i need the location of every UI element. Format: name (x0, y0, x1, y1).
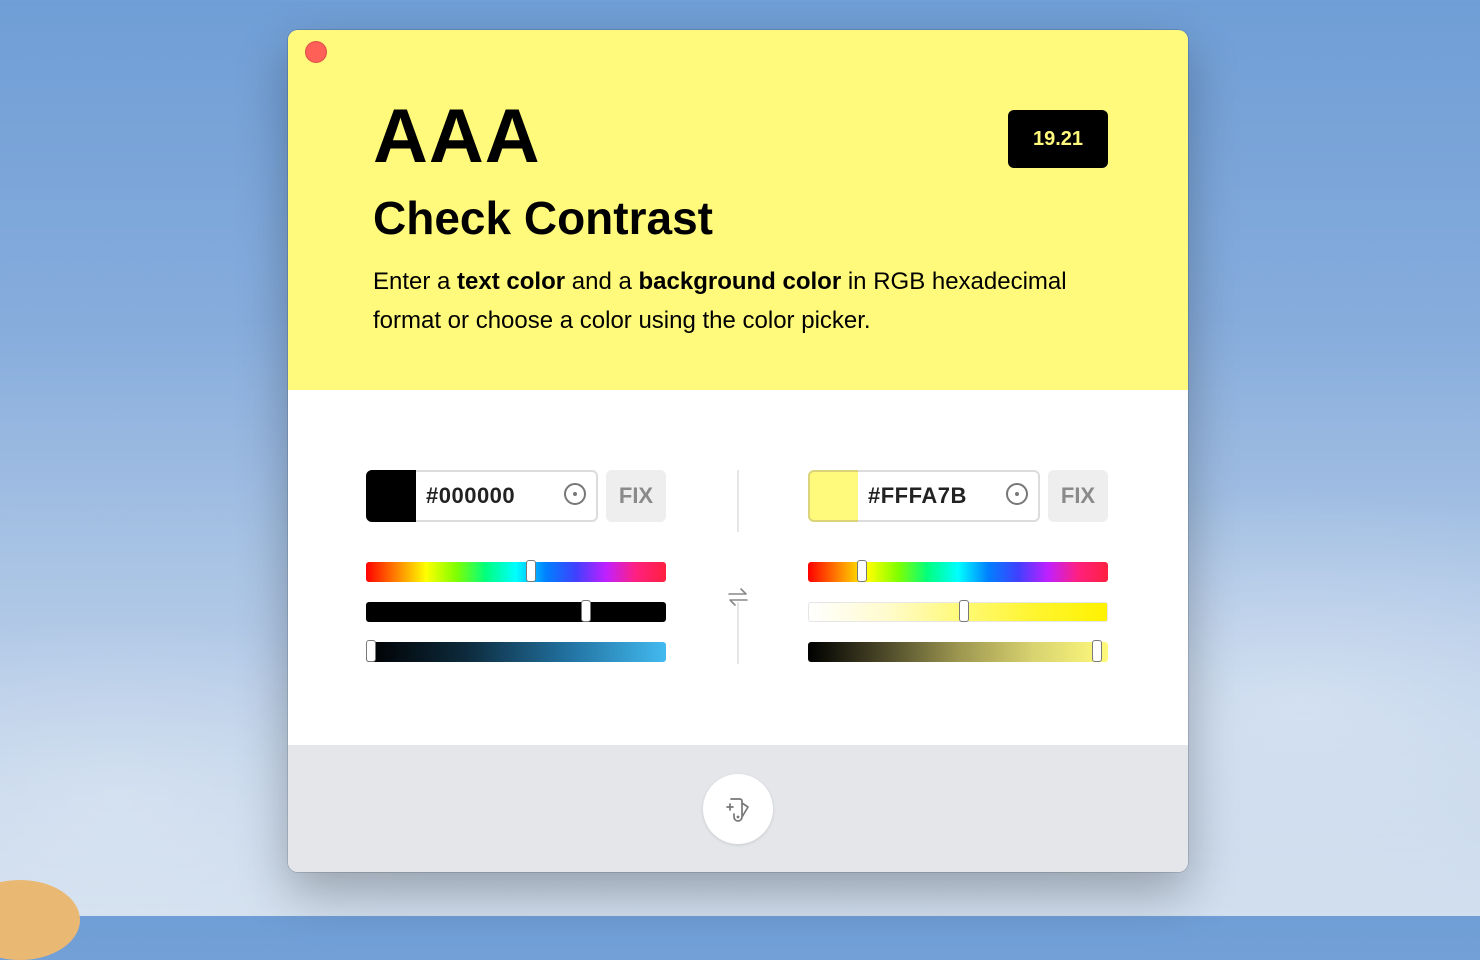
page-title: Check Contrast (373, 192, 713, 244)
footer-bar (288, 745, 1188, 872)
column-divider (737, 470, 739, 532)
background-color-swatch[interactable] (808, 470, 860, 522)
eyedropper-target-icon[interactable] (1006, 483, 1028, 505)
text-color-panel: #000000 FIX (366, 470, 666, 662)
result-header: AAA 19.21 Check Contrast Enter a text co… (288, 30, 1188, 390)
text-saturation-handle[interactable] (581, 600, 591, 622)
text-color-swatch[interactable] (366, 470, 418, 522)
palette-button[interactable] (703, 774, 773, 844)
text-hue-slider[interactable] (366, 560, 666, 582)
text-lightness-slider[interactable] (366, 640, 666, 662)
instructions-text: Enter a text color and a background colo… (373, 268, 1067, 334)
background-saturation-handle[interactable] (959, 600, 969, 622)
background-color-fix-button[interactable]: FIX (1048, 470, 1108, 522)
eyedropper-target-icon[interactable] (564, 483, 586, 505)
text-color-hex-input[interactable]: #000000 (426, 472, 515, 520)
background-color-hex-input[interactable]: #FFFA7B (868, 472, 967, 520)
background-saturation-slider[interactable] (808, 600, 1108, 622)
close-icon[interactable] (305, 41, 327, 63)
background-lightness-slider[interactable] (808, 640, 1108, 662)
background-hue-slider[interactable] (808, 560, 1108, 582)
background-color-panel: #FFFA7B FIX (808, 470, 1108, 662)
contrast-ratio-badge: 19.21 (1008, 110, 1108, 168)
text-color-field[interactable]: #000000 (416, 470, 598, 522)
column-divider (737, 602, 739, 664)
app-window: AAA 19.21 Check Contrast Enter a text co… (288, 30, 1188, 872)
color-controls: #000000 FIX #FFFA7B FIX (288, 390, 1188, 745)
text-hue-handle[interactable] (526, 560, 536, 582)
contrast-grade: AAA (373, 94, 541, 179)
background-lightness-handle[interactable] (1092, 640, 1102, 662)
color-palette-icon (726, 798, 749, 822)
text-lightness-handle[interactable] (366, 640, 376, 662)
text-color-fix-button[interactable]: FIX (606, 470, 666, 522)
background-color-field[interactable]: #FFFA7B (858, 470, 1040, 522)
background-hue-handle[interactable] (857, 560, 867, 582)
text-saturation-slider[interactable] (366, 600, 666, 622)
